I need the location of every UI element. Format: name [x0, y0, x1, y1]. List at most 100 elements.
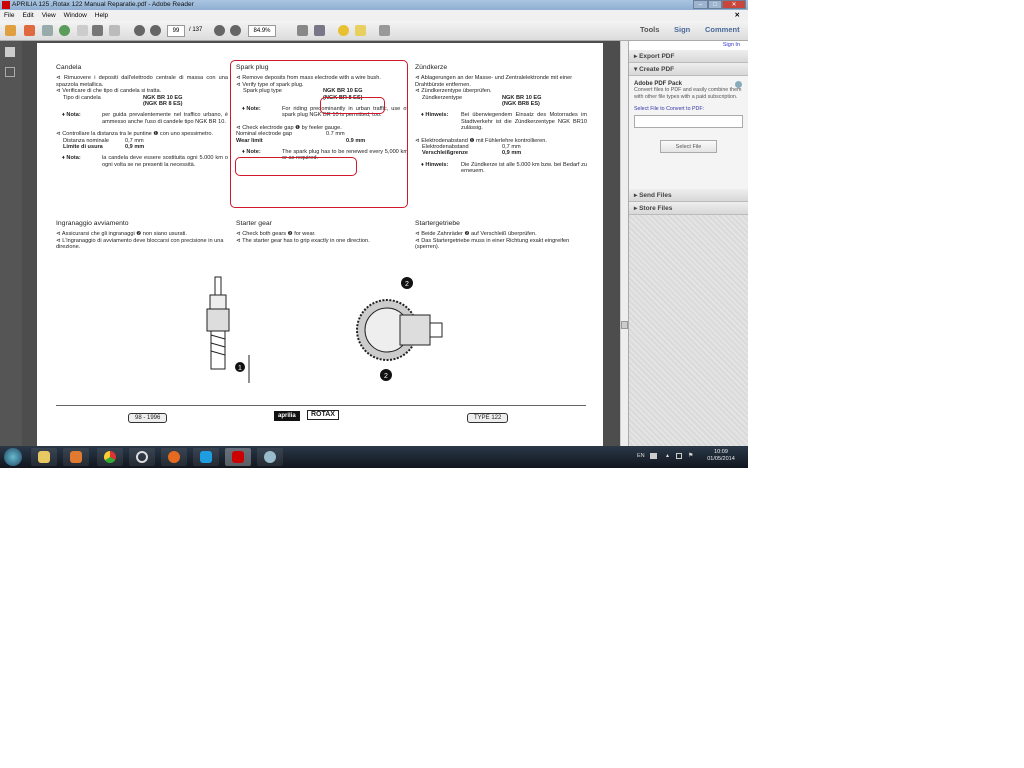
- label: Limite di usura: [63, 144, 103, 151]
- print-icon[interactable]: [92, 25, 103, 36]
- label: Tipo di candela: [63, 94, 101, 101]
- export-pdf-label: Export PDF: [639, 53, 675, 60]
- gear-english: Starter gear ⊲ Check both gears ❷ for wea…: [236, 220, 408, 244]
- keyboard-icon[interactable]: [650, 453, 657, 459]
- select-file-label: Select File to Convert to PDF:: [634, 105, 705, 112]
- skype-icon: [200, 451, 212, 463]
- clock-date: 01/05/2014: [707, 456, 735, 462]
- fit-page-icon[interactable]: [314, 25, 325, 36]
- menu-help[interactable]: Help: [95, 12, 108, 19]
- taskbar-media-player[interactable]: [63, 448, 89, 466]
- taskbar-explorer[interactable]: [31, 448, 57, 466]
- search-icon: [136, 451, 148, 463]
- network-icon[interactable]: [676, 453, 682, 459]
- pages-icon[interactable]: [5, 47, 15, 57]
- fullscreen-icon[interactable]: [379, 25, 390, 36]
- fit-width-icon[interactable]: [297, 25, 308, 36]
- taskbar-chrome[interactable]: [97, 448, 123, 466]
- rotax-logo: ROTAX: [307, 410, 339, 421]
- menu-file[interactable]: File: [4, 12, 14, 19]
- sign-in-link[interactable]: Sign In: [629, 41, 748, 50]
- section-title: Starter gear: [236, 220, 272, 227]
- zoom-in-icon[interactable]: [230, 25, 241, 36]
- language-indicator[interactable]: EN: [637, 453, 645, 459]
- bullet: ⊲ Ablagerungen an der Masse- und Zentral…: [415, 75, 573, 88]
- taskbar-adobe-reader[interactable]: [225, 448, 251, 466]
- comment-tab[interactable]: Comment: [705, 25, 740, 34]
- taskbar-skype[interactable]: [193, 448, 219, 466]
- export-pdf-header[interactable]: ▸ Export PDF: [629, 50, 748, 63]
- taskbar-search[interactable]: [129, 448, 155, 466]
- gear-german: Startergetriebe ⊲ Beide Zahnräder ❷ auf V…: [415, 220, 587, 251]
- save-icon[interactable]: [77, 25, 88, 36]
- menu-bar: File Edit View Window Help ✕: [0, 10, 748, 21]
- window-title: APRILIA 125 ,Rotax 122 Manual Reparatie.…: [12, 1, 194, 8]
- note-label: ♦ Hinweis:: [421, 161, 449, 168]
- taskbar-paint[interactable]: [257, 448, 283, 466]
- sign-tab[interactable]: Sign: [674, 25, 690, 34]
- media-player-icon: [70, 451, 82, 463]
- value: 0,9 mm: [502, 150, 522, 157]
- edit-icon[interactable]: [42, 25, 53, 36]
- pdf-page: Candela ⊲ Rimuovere i depositi dall'elet…: [37, 43, 603, 446]
- footer-type: TYPE 122: [467, 413, 509, 424]
- title-bar: APRILIA 125 ,Rotax 122 Manual Reparatie.…: [0, 0, 748, 10]
- folder-icon: [38, 451, 50, 463]
- value: (NGK BR8 ES): [502, 101, 540, 108]
- toolbar: 99 / 137 84.9% Tools Sign Comment: [0, 21, 748, 41]
- create-icon[interactable]: [5, 25, 16, 36]
- send-files-header[interactable]: ▸ Send Files: [629, 189, 748, 202]
- clock[interactable]: 10:09 01/05/2014: [700, 449, 742, 463]
- menu-window[interactable]: Window: [64, 12, 87, 19]
- zoom-out-icon[interactable]: [214, 25, 225, 36]
- next-page-icon[interactable]: [150, 25, 161, 36]
- bullet: ⊲ The starter gear has to grip exactly i…: [236, 237, 370, 244]
- spark-plug-illustration: 1: [206, 276, 250, 383]
- note-text: la candela deve essere sostituita ogni 5…: [102, 155, 228, 168]
- scrollbar-thumb[interactable]: [621, 321, 628, 329]
- pdf-pack-icon: [735, 81, 742, 88]
- create-pdf-body: Adobe PDF Pack Convert files to PDF and …: [629, 76, 748, 189]
- highlight-icon[interactable]: [355, 25, 366, 36]
- note-text: Die Zündkerze ist alle 5.000 km bzw. bei…: [461, 161, 587, 175]
- vertical-scrollbar[interactable]: [620, 41, 628, 446]
- zoom-select[interactable]: 84.9%: [248, 25, 276, 37]
- maximize-button[interactable]: □: [708, 0, 722, 9]
- store-files-header[interactable]: ▸ Store Files: [629, 202, 748, 215]
- page-number-input[interactable]: 99: [167, 25, 185, 37]
- store-files-label: Store Files: [639, 205, 673, 212]
- aprilia-logo: aprilia: [274, 411, 300, 422]
- note-label: ♦ Nota:: [62, 112, 81, 119]
- bullet: ⊲ Rimuovere i depositi dall'elettrodo ce…: [56, 75, 228, 88]
- paint-icon: [264, 451, 276, 463]
- menu-view[interactable]: View: [42, 12, 56, 19]
- upload-cloud-icon[interactable]: [59, 25, 70, 36]
- close-button[interactable]: ✕: [722, 0, 746, 9]
- note-text: Bei überwiegendem Einsatz des Motorrades…: [461, 112, 587, 132]
- callout-2-bottom: 2: [384, 373, 388, 380]
- section-title: Ingranaggio avviamento: [56, 220, 129, 227]
- comment-bubble-icon[interactable]: [338, 25, 349, 36]
- label: Zündkerzentype: [422, 94, 463, 101]
- close-document-icon[interactable]: ✕: [735, 10, 740, 21]
- bullet: ⊲ L'ingranaggio di avviamento deve blocc…: [56, 237, 224, 251]
- file-input[interactable]: [634, 115, 743, 129]
- attachments-icon[interactable]: [5, 67, 15, 77]
- email-icon[interactable]: [109, 25, 120, 36]
- minimize-button[interactable]: –: [693, 0, 708, 9]
- highlight-box-type: [320, 97, 385, 114]
- show-hidden-icons[interactable]: ▴: [666, 452, 669, 459]
- menu-edit[interactable]: Edit: [22, 12, 33, 19]
- tools-pane: Sign In ▸ Export PDF ▾ Create PDF Adobe …: [628, 41, 748, 446]
- taskbar-firefox[interactable]: [161, 448, 187, 466]
- clock-time: 10:09: [714, 449, 728, 455]
- combine-icon[interactable]: [24, 25, 35, 36]
- previous-page-icon[interactable]: [134, 25, 145, 36]
- note-label: ♦ Hinweis:: [421, 112, 449, 119]
- start-button[interactable]: [4, 448, 22, 466]
- tools-tab[interactable]: Tools: [640, 25, 659, 34]
- send-files-label: Send Files: [639, 192, 672, 199]
- action-center-flag-icon[interactable]: ⚑: [688, 452, 693, 459]
- select-file-button[interactable]: Select File: [660, 140, 717, 154]
- create-pdf-header[interactable]: ▾ Create PDF: [629, 63, 748, 76]
